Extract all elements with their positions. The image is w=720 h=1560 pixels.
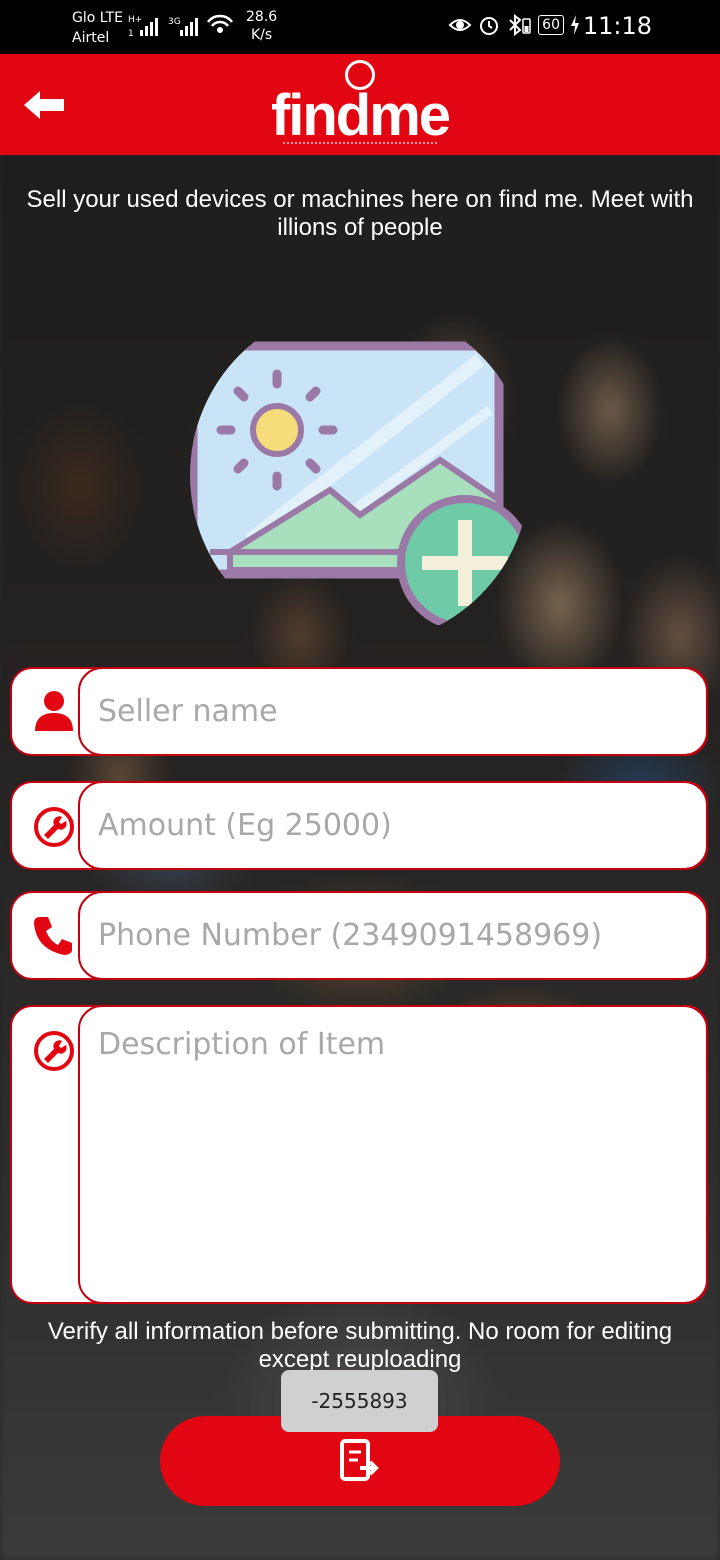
phone-input-box (78, 891, 708, 980)
clock: 11:18 (582, 12, 652, 40)
battery-icon: 60 (538, 15, 564, 35)
eye-icon (448, 19, 472, 31)
description-input-box (78, 1005, 708, 1304)
description-input[interactable] (80, 1007, 706, 1302)
findme-logo: findme (265, 60, 455, 150)
submit-upload-icon (340, 1439, 379, 1481)
charging-icon (571, 15, 579, 35)
carrier-2: Airtel (72, 30, 110, 46)
back-button[interactable] (22, 88, 68, 122)
add-image-icon (190, 341, 530, 631)
amount-input[interactable] (80, 783, 706, 868)
seller-name-input-box (78, 667, 708, 756)
phone-icon (34, 917, 72, 955)
status-icons: 60 (448, 14, 580, 36)
person-icon (35, 691, 73, 731)
speed-unit: K/s (250, 27, 273, 43)
amount-input-box (78, 781, 708, 870)
alarm-icon (480, 17, 499, 35)
seller-name-input[interactable] (80, 669, 706, 754)
wrench-icon (34, 807, 74, 847)
carrier-1: Glo LTE (72, 10, 124, 26)
description-field (10, 1005, 708, 1304)
image-upload-button[interactable] (190, 340, 530, 631)
phone-input[interactable] (80, 893, 706, 978)
toast-message: -2555893 (281, 1370, 438, 1432)
verify-notice: Verify all information before submitting… (47, 1318, 673, 1373)
svg-text:3G: 3G (168, 17, 181, 27)
phone-field (10, 891, 708, 980)
logo-text: findme (270, 83, 451, 148)
bluetooth-icon (509, 14, 531, 36)
carrier-labels: Glo LTE Airtel (72, 8, 123, 48)
svg-text:1: 1 (128, 29, 134, 39)
network-speed: 28.6 K/s (246, 8, 277, 44)
intro-text: Sell your used devices or machines here … (26, 186, 694, 241)
amount-field (10, 781, 708, 870)
app-bar: findme (0, 54, 720, 155)
speed-value: 28.6 (246, 9, 278, 25)
signal-icon: H+ 1 3G (128, 14, 233, 39)
svg-text:H+: H+ (128, 15, 142, 25)
wrench-icon (34, 1031, 74, 1071)
seller-name-field (10, 667, 708, 756)
signal-indicators: H+ 1 3G (128, 12, 238, 46)
arrow-left-icon (24, 91, 64, 119)
logo-tagline-dots (283, 142, 437, 146)
status-bar: Glo LTE Airtel H+ 1 3G 28.6 K/s 60 11:18 (0, 0, 720, 54)
